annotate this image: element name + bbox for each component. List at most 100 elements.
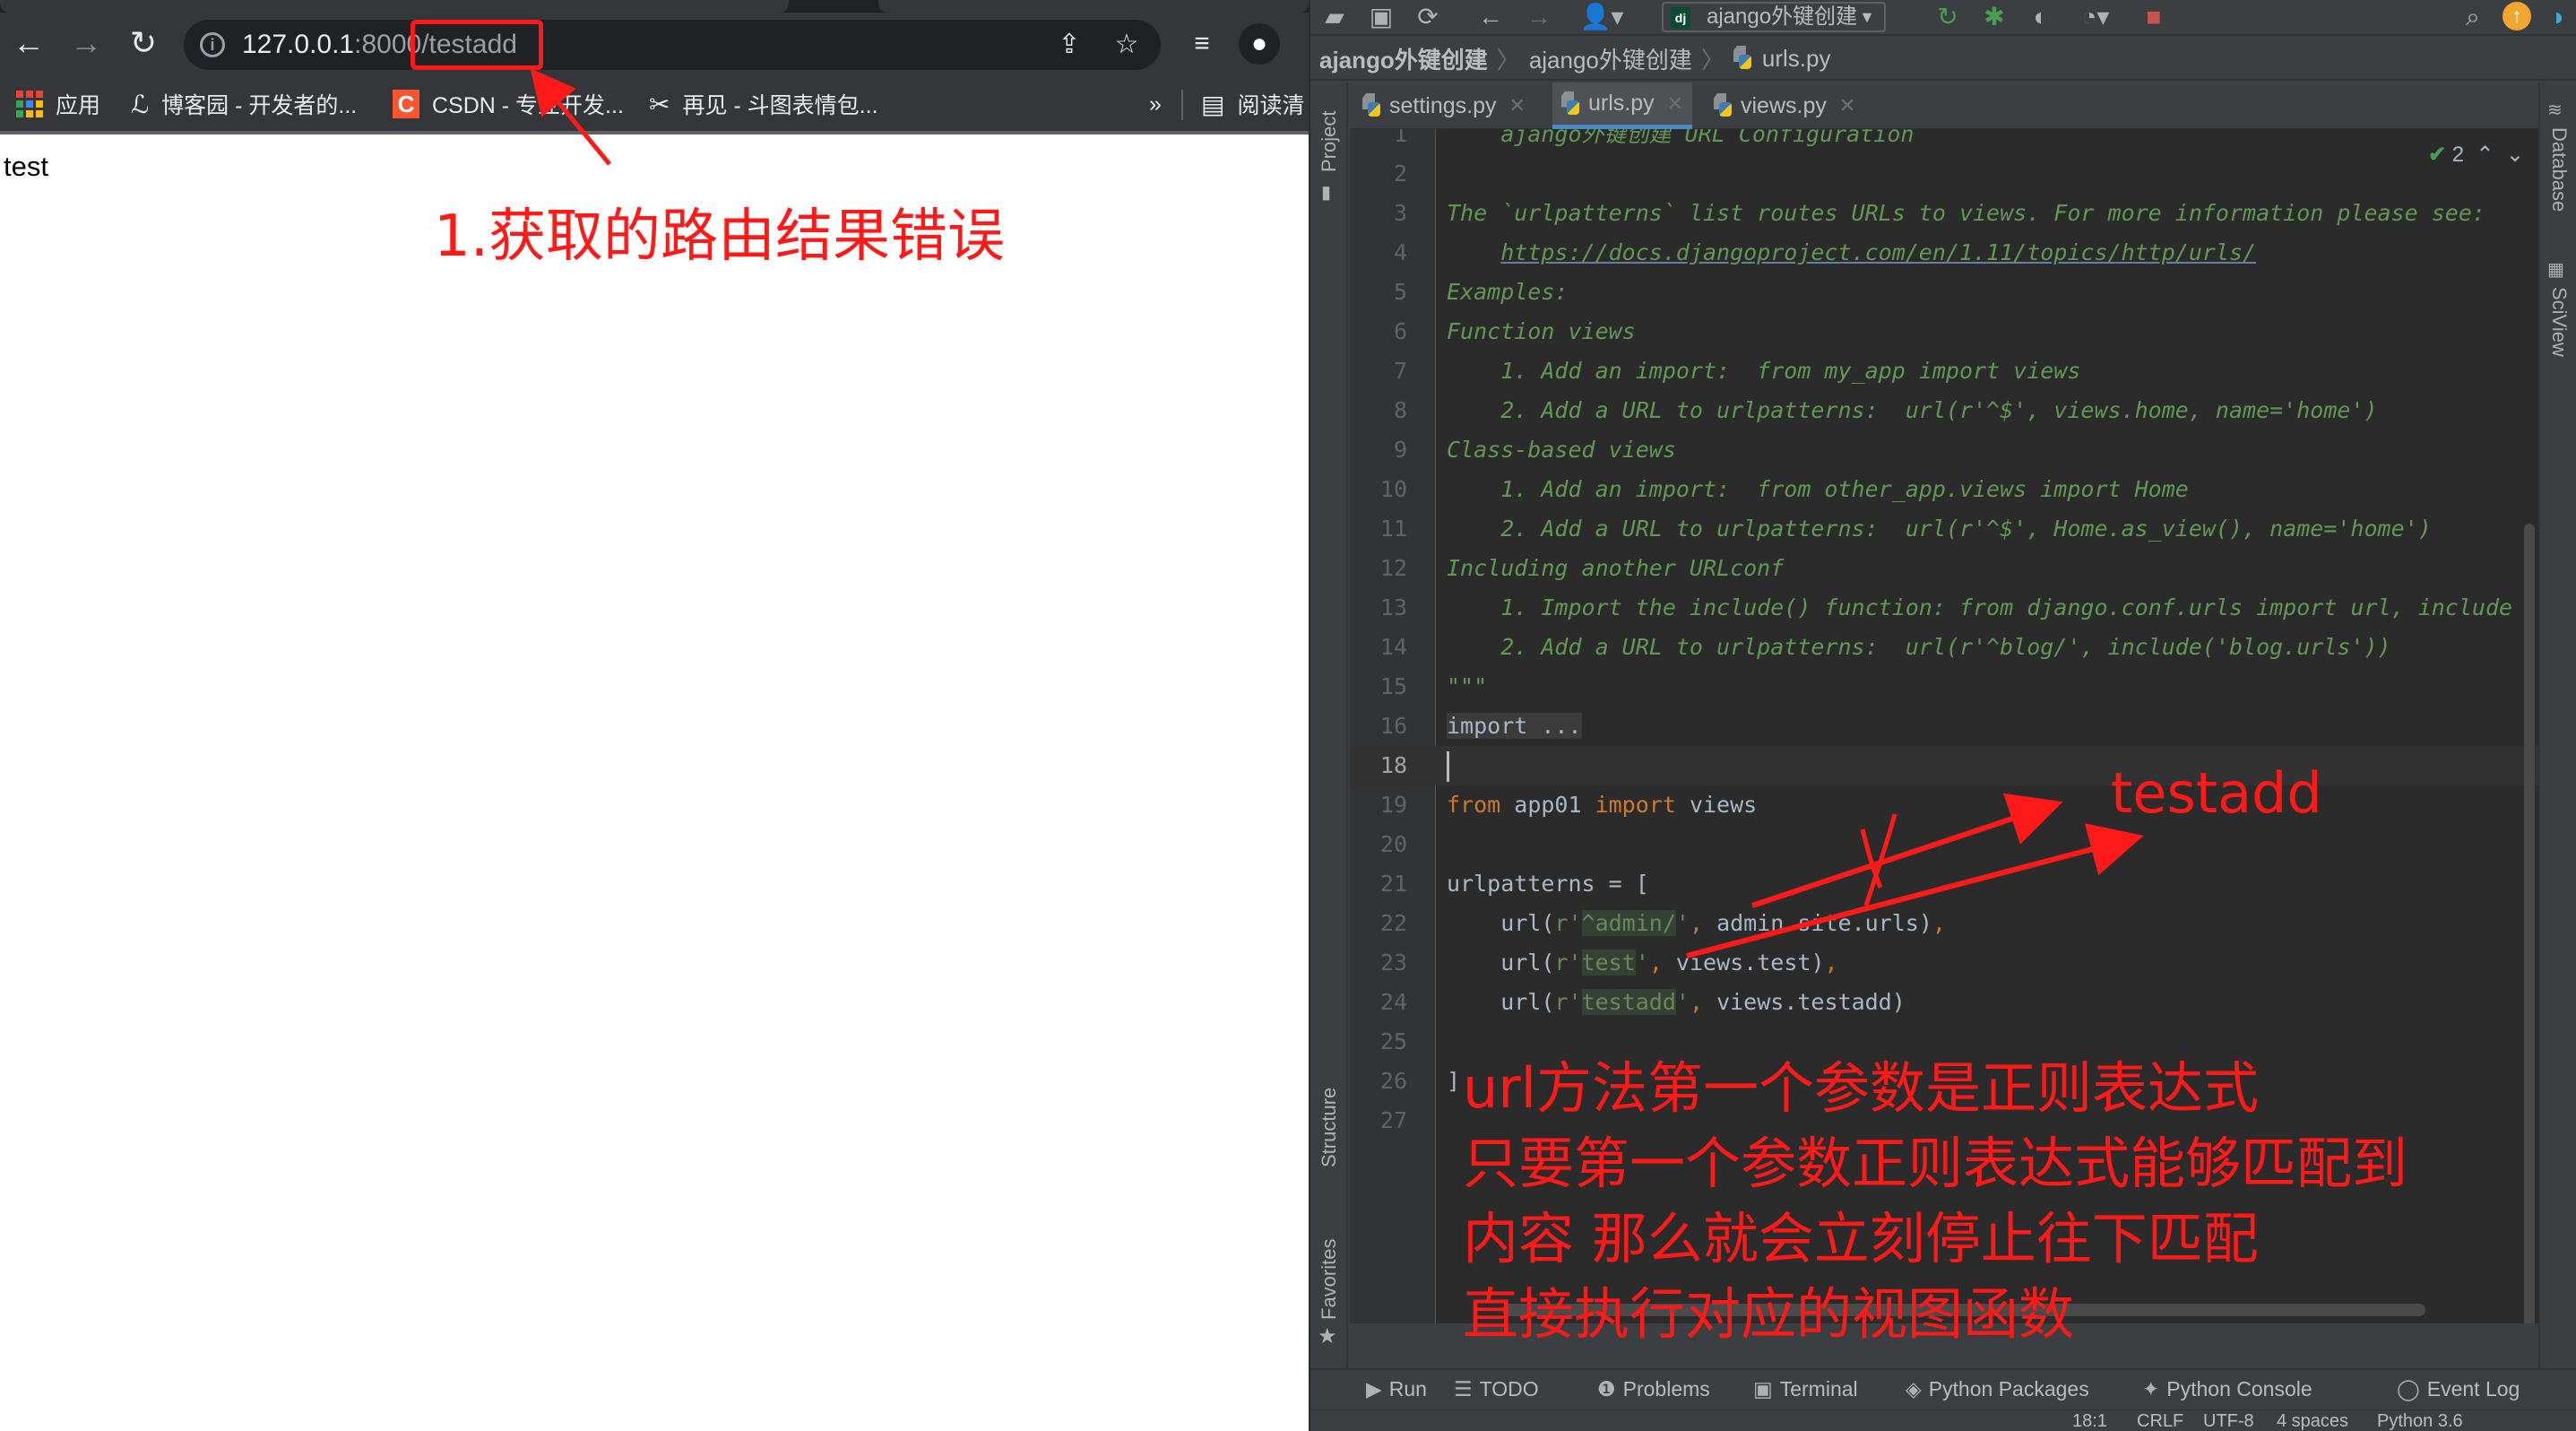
line-number: 12 — [1379, 555, 1407, 581]
forward-button[interactable]: → — [66, 23, 106, 63]
star-icon[interactable]: ☆ — [1111, 29, 1143, 61]
tool-window-favorites[interactable]: Favorites — [1318, 1239, 1341, 1320]
folded-imports[interactable]: import ... — [1447, 713, 1582, 739]
code-text: 2. Add a URL to urlpatterns: url(r'^blog… — [1447, 628, 2390, 667]
tool-window-project[interactable]: Project — [1318, 111, 1341, 172]
code-line[interactable]: 13 1. Import the include() function: fro… — [1350, 588, 2538, 628]
chevron-down-icon[interactable]: ⌄ — [2506, 143, 2524, 167]
tool-window-structure[interactable]: Structure — [1318, 1088, 1341, 1167]
tool-run[interactable]: ▶ Run — [1366, 1377, 1427, 1401]
debug-icon[interactable]: ✱ — [1979, 2, 2010, 32]
bookmark-label: CSDN - 专业开发... — [432, 93, 624, 118]
save-icon[interactable]: ▣ — [1366, 2, 1396, 32]
code-token: , — [1648, 950, 1663, 976]
code-token: url( — [1447, 950, 1555, 976]
code-line[interactable]: 2 — [1350, 154, 2538, 194]
tool-todo[interactable]: ☰ TODO — [1454, 1377, 1539, 1401]
doc-link[interactable]: https://docs.djangoproject.com/en/1.11/t… — [1500, 239, 2256, 265]
run-config-selector[interactable]: dj ajango外键创建 ▼ — [1662, 2, 1886, 32]
plugin-logo-icon[interactable]: ◗ — [2546, 2, 2572, 32]
code-line[interactable]: 23 url(r'test', views.test), — [1350, 943, 2538, 983]
code-line[interactable]: 8 2. Add a URL to urlpatterns: url(r'^$'… — [1350, 391, 2538, 430]
code-line[interactable]: 5 Examples: — [1350, 273, 2538, 312]
code-token: testadd — [1581, 989, 1676, 1015]
coverage-icon[interactable]: ◐ — [2026, 2, 2056, 32]
breadcrumb-item[interactable]: ajango外键创建 — [1529, 42, 1692, 75]
close-icon[interactable]: ✕ — [1839, 94, 1855, 117]
tab-views-py[interactable]: views.py ✕ — [1705, 82, 1864, 129]
tool-event-log[interactable]: ◯ Event Log — [2397, 1377, 2520, 1401]
cursor-position[interactable]: 18:1 — [2072, 1410, 2107, 1431]
navigate-back-icon[interactable]: ← — [1475, 2, 1506, 32]
bottom-tool-window-bar: ▶ Run ☰ TODO ❶ Problems ▣ Terminal ◈ Python P… — [1310, 1368, 2576, 1409]
profile-icon[interactable]: ● — [1239, 23, 1280, 65]
stop-icon[interactable]: ■ — [2139, 2, 2169, 32]
code-line[interactable]: 21 urlpatterns = [ — [1350, 864, 2538, 904]
chevron-up-icon[interactable]: ⌃ — [2470, 143, 2500, 167]
file-encoding[interactable]: UTF-8 — [2203, 1410, 2254, 1431]
python-interpreter[interactable]: Python 3.6 — [2377, 1410, 2463, 1431]
bookmark-csdn[interactable]: C CSDN - 专业开发... — [393, 88, 624, 120]
address-bar[interactable]: i 127.0.0.1:8000/testadd ⇪ ☆ — [184, 20, 1161, 70]
code-line[interactable]: 10 1. Add an import: from other_app.view… — [1350, 470, 2538, 509]
navigate-forward-icon[interactable]: → — [1524, 2, 1554, 32]
tool-terminal[interactable]: ▣ Terminal — [1753, 1377, 1858, 1401]
tool-problems[interactable]: ❶ Problems — [1597, 1377, 1710, 1401]
code-line[interactable]: 6 Function views — [1350, 312, 2538, 351]
line-number: 5 — [1393, 279, 1407, 305]
close-icon[interactable]: ✕ — [1667, 92, 1683, 116]
code-line[interactable]: 11 2. Add a URL to urlpatterns: url(r'^$… — [1350, 509, 2538, 549]
tool-python-packages[interactable]: ◈ Python Packages — [1906, 1377, 2089, 1401]
code-line[interactable]: 1 ajango外键创建 URL Configuration — [1350, 129, 2538, 154]
bookmark-label: 应用 — [56, 93, 101, 118]
code-line[interactable]: 15 """ — [1350, 667, 2538, 707]
tool-window-database[interactable]: Database — [2547, 127, 2571, 212]
rerun-icon[interactable]: ↻ — [1932, 2, 1963, 32]
code-line[interactable]: 20 — [1350, 825, 2538, 864]
media-control-icon[interactable]: ≡ — [1181, 23, 1223, 65]
breadcrumb-item[interactable]: urls.py — [1762, 45, 1831, 73]
code-text: 1. Add an import: from other_app.views i… — [1447, 470, 2189, 509]
line-separator[interactable]: CRLF — [2137, 1410, 2183, 1431]
code-line[interactable]: 12 Including another URLconf — [1350, 549, 2538, 588]
sync-icon[interactable]: ⟳ — [1413, 2, 1443, 32]
browser-tab[interactable] — [878, 0, 1309, 13]
tab-settings-py[interactable]: settings.py ✕ — [1353, 82, 1534, 129]
code-line[interactable]: 3 The `urlpatterns` list routes URLs to v… — [1350, 194, 2538, 233]
breadcrumb-item[interactable]: ajango外键创建 — [1319, 42, 1488, 75]
indent-setting[interactable]: 4 spaces — [2277, 1410, 2348, 1431]
update-icon[interactable]: ↑ — [2503, 2, 2531, 30]
code-line[interactable]: 4 https://docs.djangoproject.com/en/1.11… — [1350, 233, 2538, 273]
profile-run-icon[interactable]: ◔▾ — [2069, 2, 2122, 32]
back-button[interactable]: ← — [9, 23, 48, 63]
inspection-widget[interactable]: ✔ 2 ⌃ ⌄ — [2428, 142, 2524, 168]
tool-python-console[interactable]: ✦ Python Console — [2142, 1377, 2312, 1401]
share-icon[interactable]: ⇪ — [1053, 29, 1085, 61]
bookmark-cnblogs[interactable]: ℒ 博客园 - 开发者的... — [131, 88, 357, 120]
code-line[interactable]: 18 — [1350, 746, 2538, 785]
bookmark-apps[interactable]: 应用 — [16, 88, 100, 120]
code-line[interactable]: 19 from app01 import views — [1350, 785, 2538, 825]
code-line[interactable]: 24 url(r'testadd', views.testadd) — [1350, 983, 2538, 1022]
code-line[interactable]: 9 Class-based views — [1350, 430, 2538, 470]
code-token: ' — [1675, 910, 1690, 936]
code-line[interactable]: 7 1. Add an import: from my_app import v… — [1350, 351, 2538, 391]
open-folder-icon[interactable]: ▰ — [1319, 2, 1350, 32]
reading-list-button[interactable]: ▤ 阅读清 — [1201, 88, 1304, 120]
code-line[interactable]: 16 import ... — [1350, 707, 2538, 746]
vertical-scrollbar[interactable] — [2524, 524, 2535, 1323]
close-icon[interactable]: ✕ — [1509, 94, 1526, 117]
reload-button[interactable]: ↻ — [124, 23, 163, 63]
line-number: 23 — [1379, 950, 1407, 976]
bookmark-doutu[interactable]: ✂ 再见 - 斗图表情包... — [649, 88, 878, 120]
browser-tab[interactable] — [0, 0, 789, 13]
vcs-user-icon[interactable]: 👤▾ — [1579, 2, 1624, 32]
tool-window-sciview[interactable]: SciView — [2547, 287, 2571, 357]
code-line[interactable]: 14 2. Add a URL to urlpatterns: url(r'^b… — [1350, 628, 2538, 667]
info-icon[interactable]: i — [200, 32, 225, 57]
bookmarks-overflow-button[interactable]: » — [1149, 88, 1162, 120]
line-number: 27 — [1379, 1107, 1407, 1133]
tab-urls-py[interactable]: urls.py ✕ — [1552, 82, 1693, 129]
search-icon[interactable]: ⌕ — [2458, 2, 2488, 32]
code-line[interactable]: 22 url(r'^admin/', admin.site.urls), — [1350, 904, 2538, 943]
